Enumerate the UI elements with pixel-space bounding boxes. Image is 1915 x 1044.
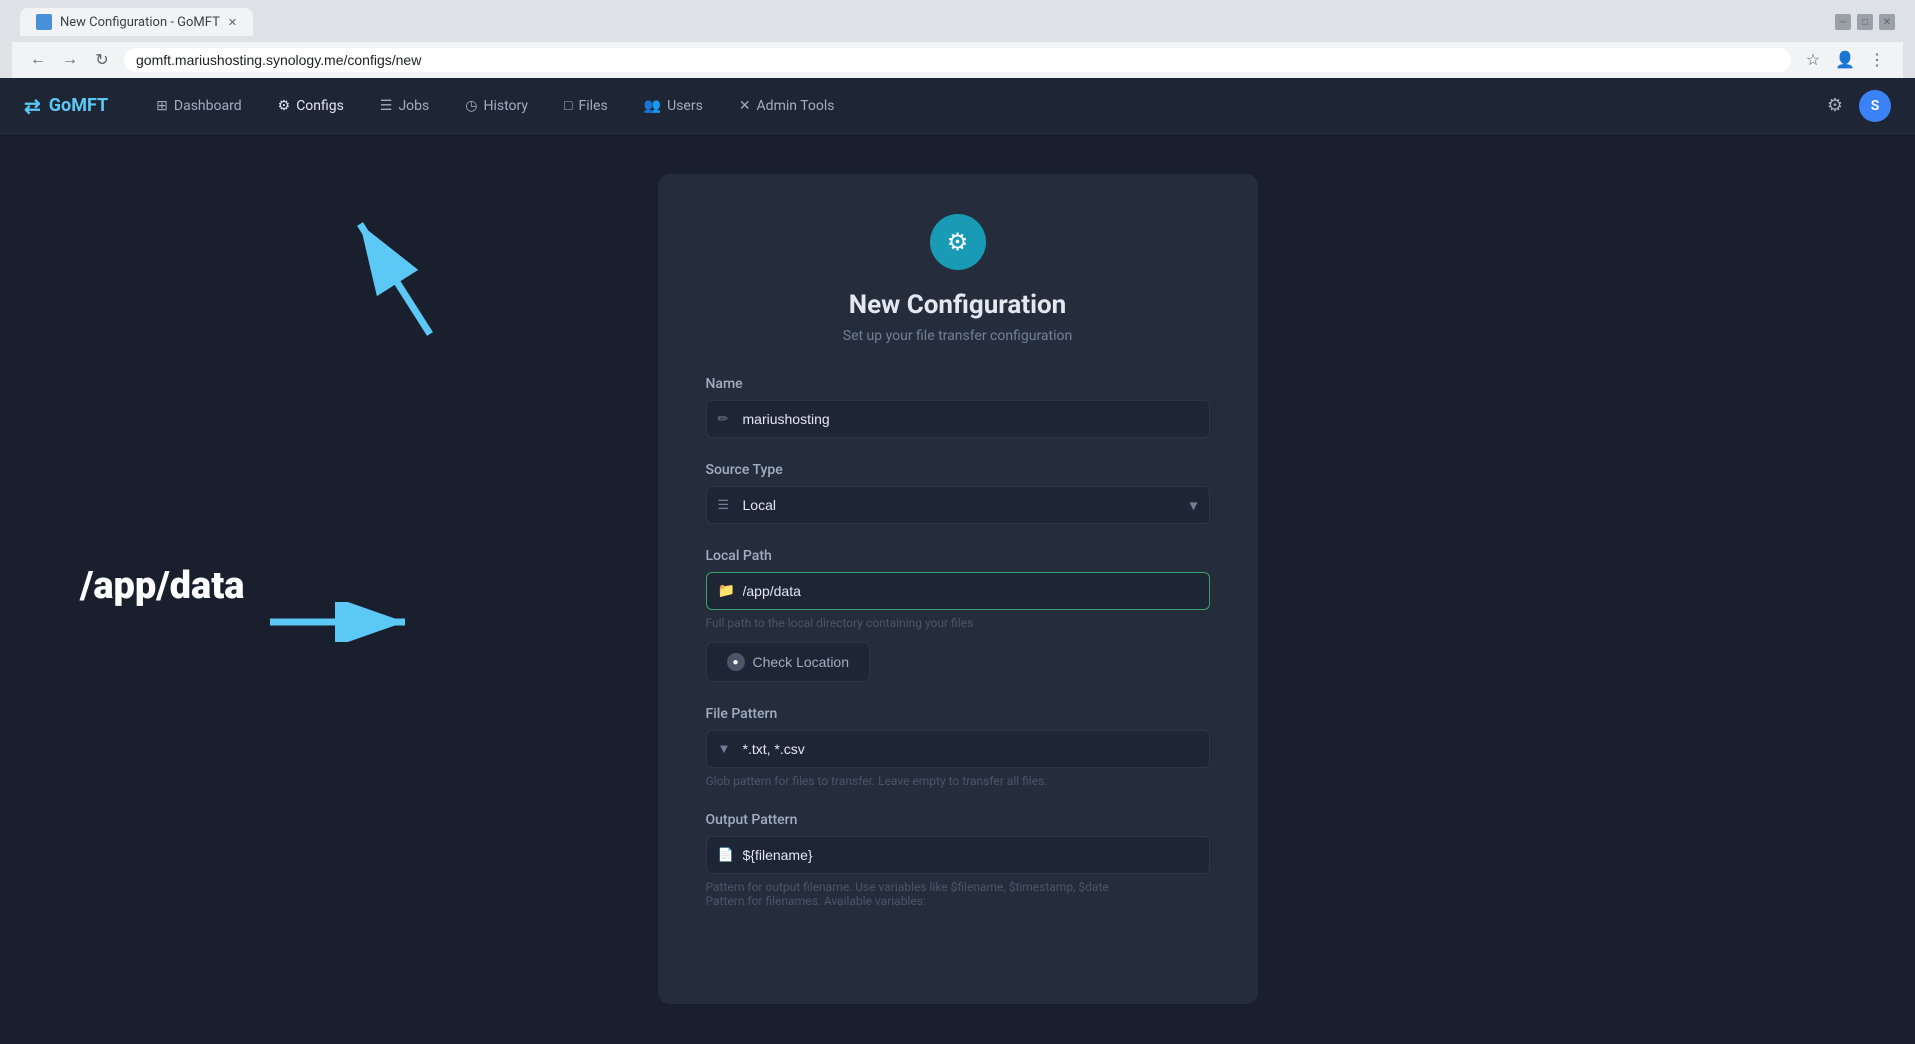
nav-label-jobs: Jobs [398,98,429,114]
profile-button[interactable]: 👤 [1831,46,1859,74]
source-type-label: Source Type [706,462,1210,478]
extensions-button[interactable]: ⋮ [1863,46,1891,74]
nav-label-files: Files [578,98,607,114]
form-card: ⚙ New Configuration Set up your file tra… [658,174,1258,1004]
logo[interactable]: ⇄ GoMFT [24,94,108,118]
browser-actions: ☆ 👤 ⋮ [1799,46,1891,74]
output-pattern-group: Output Pattern 📄 Pattern for output file… [706,812,1210,908]
name-input-wrapper: ✏ [706,400,1210,438]
file-pattern-hint: Glob pattern for files to transfer. Leav… [706,774,1210,788]
tab-close-button[interactable]: ✕ [228,16,237,29]
name-field-icon: ✏ [718,412,729,427]
window-minimize-button[interactable]: ─ [1835,14,1851,30]
logo-icon: ⇄ [24,94,41,118]
files-icon: □ [564,97,572,114]
source-type-wrapper: ☰ Local SFTP FTP S3 ▾ [706,486,1210,524]
window-restore-button[interactable]: □ [1857,14,1873,30]
browser-tab[interactable]: New Configuration - GoMFT ✕ [20,8,253,36]
nav-label-admin-tools: Admin Tools [757,98,835,114]
file-pattern-label: File Pattern [706,706,1210,722]
nav-item-files[interactable]: □ Files [548,89,624,122]
nav-items: ⊞ Dashboard ⚙ Configs ☰ Jobs ◷ History □… [140,89,1827,122]
arrow-to-configs [330,194,490,358]
settings-icon[interactable]: ⚙ [1827,95,1843,116]
nav-item-configs[interactable]: ⚙ Configs [262,90,360,122]
browser-nav-buttons: ← → ↻ [24,46,116,74]
check-location-icon: ● [727,653,745,671]
browser-address-bar: ← → ↻ ☆ 👤 ⋮ [12,42,1903,78]
local-path-input[interactable] [706,572,1210,610]
window-close-button[interactable]: ✕ [1879,14,1895,30]
local-path-label: Local Path [706,548,1210,564]
browser-title-bar: New Configuration - GoMFT ✕ ─ □ ✕ [12,8,1903,36]
filter-icon: ▼ [718,741,731,757]
nav-item-jobs[interactable]: ☰ Jobs [364,90,445,122]
output-pattern-wrapper: 📄 [706,836,1210,874]
file-pattern-group: File Pattern ▼ Glob pattern for files to… [706,706,1210,788]
file-pattern-wrapper: ▼ [706,730,1210,768]
check-location-label: Check Location [753,654,850,670]
main-content: /app/data ⚙ New Configuration [0,134,1915,1044]
dashboard-icon: ⊞ [156,98,168,114]
form-subtitle: Set up your file transfer configuration [706,328,1210,344]
form-title: New Configuration [706,290,1210,320]
back-button[interactable]: ← [24,46,52,74]
name-label: Name [706,376,1210,392]
address-bar-input[interactable] [124,48,1791,72]
name-group: Name ✏ [706,376,1210,438]
bookmark-button[interactable]: ☆ [1799,46,1827,74]
tab-favicon [36,14,52,30]
nav-item-users[interactable]: 👥 Users [628,90,719,122]
nav-item-history[interactable]: ◷ History [449,90,544,122]
source-type-select[interactable]: Local SFTP FTP S3 [706,486,1210,524]
nav-label-dashboard: Dashboard [174,98,242,114]
check-location-button[interactable]: ● Check Location [706,642,871,682]
file-pattern-input[interactable] [706,730,1210,768]
nav-right: ⚙ S [1827,90,1891,122]
output-pattern-hint: Pattern for output filename. Use variabl… [706,880,1210,908]
configs-icon: ⚙ [278,98,291,114]
source-type-icon: ☰ [718,498,730,513]
annotation-path-text: /app/data [80,564,244,608]
output-pattern-label: Output Pattern [706,812,1210,828]
output-pattern-icon: 📄 [718,848,734,863]
source-type-group: Source Type ☰ Local SFTP FTP S3 ▾ [706,462,1210,524]
arrow-to-local-path [260,602,420,646]
local-path-wrapper: 📁 [706,572,1210,610]
jobs-icon: ☰ [380,98,393,114]
tab-title: New Configuration - GoMFT [60,15,220,30]
folder-icon: 📁 [718,583,735,599]
user-avatar[interactable]: S [1859,90,1891,122]
nav-label-configs: Configs [296,98,344,114]
output-pattern-input[interactable] [706,836,1210,874]
browser-chrome: New Configuration - GoMFT ✕ ─ □ ✕ ← → ↻ … [0,0,1915,78]
reload-button[interactable]: ↻ [88,46,116,74]
form-header-icon: ⚙ [930,214,986,270]
nav-label-users: Users [667,98,703,114]
logo-text: GoMFT [49,95,108,116]
history-icon: ◷ [465,98,477,114]
users-icon: 👥 [644,98,661,114]
nav-item-admin-tools[interactable]: ✕ Admin Tools [723,90,851,122]
name-input[interactable] [706,400,1210,438]
admin-tools-icon: ✕ [739,98,751,114]
app-navbar: ⇄ GoMFT ⊞ Dashboard ⚙ Configs ☰ Jobs ◷ H… [0,78,1915,134]
forward-button[interactable]: → [56,46,84,74]
local-path-hint: Full path to the local directory contain… [706,616,1210,630]
local-path-group: Local Path 📁 Full path to the local dire… [706,548,1210,682]
nav-item-dashboard[interactable]: ⊞ Dashboard [140,90,257,122]
form-header: ⚙ New Configuration Set up your file tra… [706,214,1210,344]
nav-label-history: History [483,98,528,114]
